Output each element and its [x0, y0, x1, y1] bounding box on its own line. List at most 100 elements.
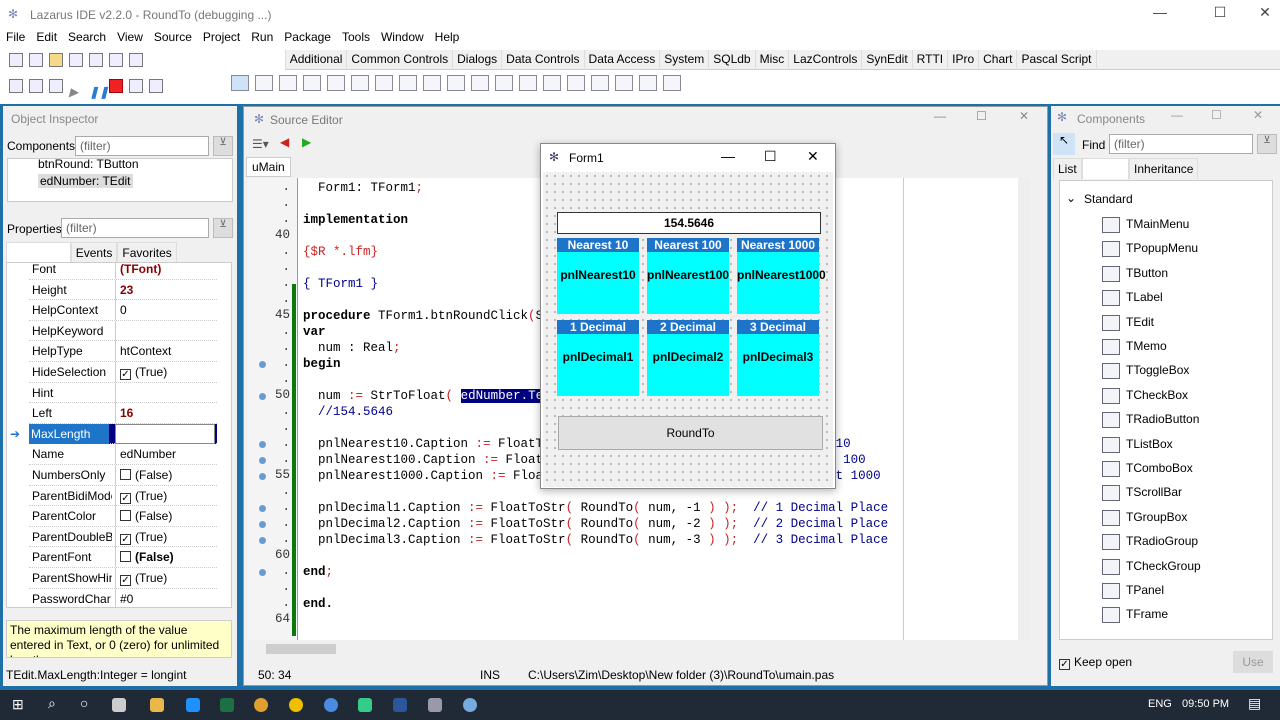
palette-item-tcheckbox[interactable]: TCheckBox — [1102, 387, 1188, 410]
maximize-button[interactable]: ☐ — [976, 109, 987, 123]
new-unit-icon[interactable] — [9, 53, 23, 67]
tab-common-controls[interactable]: Common Controls — [347, 50, 454, 70]
palette-item-tradiobutton[interactable]: TRadioButton — [1102, 412, 1199, 434]
tab-sqldb[interactable]: SQLdb — [709, 50, 756, 70]
run-icon[interactable]: ▶ — [69, 85, 83, 99]
tab-chart[interactable]: Chart — [979, 50, 1018, 70]
start-icon[interactable]: ⊞ — [12, 696, 24, 713]
search-icon[interactable]: ⌕ — [48, 695, 56, 712]
palette-item-tpopupmenu[interactable]: TPopupMenu — [1102, 241, 1198, 263]
menu-file[interactable]: File — [6, 30, 25, 44]
tab-events[interactable]: Events — [70, 242, 118, 263]
breakpoint-dot-icon[interactable] — [259, 441, 266, 448]
view-forms-icon[interactable] — [129, 53, 143, 67]
tab-dialogs[interactable]: Dialogs — [453, 50, 503, 70]
cortana-icon[interactable]: ○ — [80, 695, 88, 711]
palette-item-tlistbox[interactable]: TListBox — [1102, 436, 1173, 459]
group-standard[interactable]: Standard — [1084, 192, 1133, 206]
view-units-icon[interactable] — [9, 79, 23, 93]
panel-pnldecimal3[interactable]: 3 Decimal pnlDecimal3 — [737, 320, 819, 396]
step-into-icon[interactable] — [129, 79, 143, 93]
menu-project[interactable]: Project — [203, 30, 240, 44]
tab-lazcontrols[interactable]: LazControls — [789, 50, 863, 70]
group-chevron-icon[interactable]: ⌄ — [1066, 191, 1076, 205]
breakpoint-dot-icon[interactable] — [259, 505, 266, 512]
property-row[interactable]: ParentDoubleBuffered ✓ (True) — [29, 526, 217, 548]
menu-tools[interactable]: Tools — [342, 30, 370, 44]
tab-data-controls[interactable]: Data Controls — [502, 50, 585, 70]
tradiogroup-icon[interactable] — [567, 75, 585, 91]
property-row[interactable]: MaxLength 0 — [29, 423, 217, 445]
palette-item-ttogglebox[interactable]: TToggleBox — [1102, 363, 1189, 385]
editor-menu-icon[interactable]: ☰▾ — [252, 137, 269, 151]
palette-item-tscrollbar[interactable]: TScrollBar — [1102, 485, 1182, 507]
clear-filter-button[interactable]: ⊻ — [213, 136, 233, 156]
menu-window[interactable]: Window — [381, 30, 424, 44]
tbutton-icon[interactable] — [303, 75, 321, 91]
mail-icon[interactable] — [186, 698, 200, 712]
palette-item-tpanel[interactable]: TPanel — [1102, 583, 1164, 605]
tab-inheritance[interactable]: Inheritance — [1129, 158, 1199, 179]
tab-list[interactable]: List — [1053, 158, 1082, 179]
tab-additional[interactable]: Additional — [286, 50, 348, 70]
tab-favorites[interactable]: Favorites — [117, 242, 177, 263]
build-mode-icon[interactable] — [49, 79, 63, 93]
breakpoint-dot-icon[interactable] — [259, 569, 266, 576]
palette-item-tgroupbox[interactable]: TGroupBox — [1102, 509, 1187, 532]
menu-search[interactable]: Search — [68, 30, 106, 44]
checked-checkbox-icon[interactable]: ✓ — [120, 533, 131, 545]
palette-item-tcombobox[interactable]: TComboBox — [1102, 461, 1193, 483]
task-view-icon[interactable] — [112, 698, 126, 712]
word-icon[interactable] — [393, 698, 407, 712]
minimize-button[interactable]: — — [1140, 4, 1180, 20]
tradiobutton-icon[interactable] — [447, 75, 465, 91]
tab-palette[interactable]: Palette — [1081, 158, 1130, 179]
checked-checkbox-icon[interactable]: ✓ — [120, 492, 131, 504]
keep-open-checkbox[interactable]: ✓ Keep open — [1059, 655, 1132, 670]
minimize-button[interactable]: — — [934, 109, 946, 123]
tab-properties[interactable]: Properties — [6, 242, 71, 263]
tcheckgroup-icon[interactable] — [591, 75, 609, 91]
minimize-button[interactable]: — — [721, 148, 735, 164]
notifications-icon[interactable]: ▤ — [1248, 695, 1261, 712]
property-row[interactable]: Height 23 — [29, 279, 217, 301]
tab-umain[interactable]: uMain — [246, 157, 291, 177]
palette-item-tradiogroup[interactable]: TRadioGroup — [1102, 534, 1198, 556]
close-button[interactable]: ✕ — [807, 148, 819, 165]
close-button[interactable]: ✕ — [1019, 109, 1029, 123]
menu-run[interactable]: Run — [251, 30, 273, 44]
tcheckbox-icon[interactable] — [423, 75, 441, 91]
maximize-button[interactable]: ☐ — [764, 148, 777, 165]
form-taskbar-icon[interactable] — [463, 698, 477, 712]
property-row[interactable]: HelpContext 0 — [29, 300, 217, 321]
back-icon[interactable]: ◀ — [280, 135, 289, 149]
property-row[interactable]: HelpKeyword — [29, 320, 217, 342]
panel-pnlnearest100[interactable]: Nearest 100 pnlNearest100 — [647, 238, 729, 314]
tree-item[interactable]: btnRound: TButton — [38, 157, 139, 171]
close-button[interactable]: ✕ — [1245, 4, 1280, 21]
menu-source[interactable]: Source — [154, 30, 192, 44]
property-row[interactable]: Name edNumber — [29, 444, 217, 465]
tframe-icon[interactable] — [639, 75, 657, 91]
tgroupbox-icon[interactable] — [543, 75, 561, 91]
panel-pnlnearest10[interactable]: Nearest 10 pnlNearest10 — [557, 238, 639, 314]
tpopupmenu-icon[interactable] — [279, 75, 297, 91]
find-input[interactable]: (filter) — [1109, 134, 1253, 154]
properties-filter-input[interactable]: (filter) — [61, 218, 209, 238]
palette-item-tlabel[interactable]: TLabel — [1102, 290, 1163, 312]
close-button[interactable]: ✕ — [1253, 108, 1263, 122]
breakpoint-dot-icon[interactable] — [259, 361, 266, 368]
pause-icon[interactable]: ❚❚ — [89, 85, 109, 99]
tree-item-selected[interactable]: edNumber: TEdit — [38, 174, 133, 188]
lazarus-taskbar-icon[interactable] — [428, 698, 442, 712]
palette-item-tmemo[interactable]: TMemo — [1102, 339, 1167, 361]
use-button[interactable]: Use — [1233, 651, 1273, 673]
clock[interactable]: 09:50 PM — [1182, 698, 1229, 710]
tedit-icon[interactable] — [351, 75, 369, 91]
checked-checkbox-icon[interactable]: ✓ — [120, 575, 131, 586]
property-row[interactable]: PasswordChar #0 — [29, 588, 217, 607]
clear-find-button[interactable]: ⊻ — [1257, 134, 1277, 154]
menu-view[interactable]: View — [117, 30, 143, 44]
roundto-button[interactable]: RoundTo — [558, 416, 823, 450]
tab-synedit[interactable]: SynEdit — [862, 50, 913, 70]
